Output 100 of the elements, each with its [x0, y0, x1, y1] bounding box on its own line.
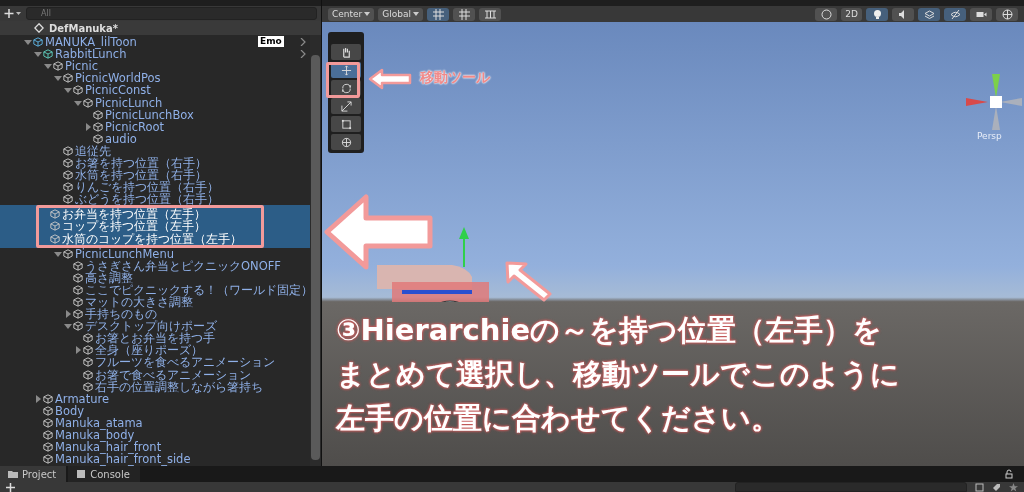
expand-arrow-icon[interactable]	[64, 322, 72, 331]
cube-icon	[93, 121, 103, 132]
layers-icon[interactable]	[918, 7, 940, 21]
panel-tab[interactable]: Project	[0, 466, 67, 482]
add-dropdown-icon[interactable]	[4, 8, 22, 19]
item-label: Manuka_atama	[55, 416, 143, 429]
item-label: ぶどうを持つ位置（右手）	[75, 193, 219, 206]
up-left-arrow-icon	[504, 260, 554, 302]
hierarchy-item[interactable]: お箸を持つ位置（右手）	[0, 156, 310, 170]
hierarchy-item[interactable]: 高さ調整	[0, 271, 310, 284]
add-dropdown-icon[interactable]	[6, 482, 15, 492]
hierarchy-item[interactable]: 右手の位置調整しながら箸持ち	[0, 380, 310, 393]
hierarchy-item[interactable]: ぶどうを持つ位置（右手）	[0, 193, 310, 206]
audio-mute-icon[interactable]	[892, 7, 914, 21]
cube-icon	[73, 85, 83, 96]
item-label: audio	[105, 132, 137, 145]
cube-icon	[43, 442, 53, 453]
grid-icon[interactable]	[453, 7, 475, 21]
transform-tool-button[interactable]	[331, 134, 361, 150]
search-field[interactable]: All	[26, 7, 317, 20]
cube-icon	[73, 284, 83, 295]
item-label: 水筒のコップを持つ位置（左手）	[62, 232, 242, 245]
star-icon[interactable]	[1009, 482, 1018, 492]
hierarchy-item[interactable]: PicnicWorldPos	[0, 72, 310, 85]
gizmos-icon[interactable]	[996, 7, 1018, 21]
cube-icon	[43, 417, 53, 428]
rect-icon	[340, 118, 352, 130]
item-label: フルーツを食べるアニメーション	[95, 356, 275, 369]
tag-icon[interactable]	[992, 482, 1001, 492]
hierarchy-item[interactable]: PicnicConst	[0, 84, 310, 97]
space-dropdown[interactable]: Global	[378, 7, 423, 21]
hierarchy-item[interactable]: RabbitLunch	[0, 48, 310, 61]
panel-tab[interactable]: Console	[68, 466, 140, 482]
hierarchy-item[interactable]: Picnic	[0, 60, 310, 73]
hierarchy-item[interactable]: フルーツを食べるアニメーション	[0, 356, 310, 369]
hand-icon	[340, 46, 352, 58]
item-label: コップを持つ位置（左手）	[62, 220, 206, 233]
cube-icon	[53, 61, 63, 72]
rect-tool-button[interactable]	[331, 116, 361, 132]
hierarchy-item[interactable]: 全身（座りポーズ）	[0, 344, 310, 357]
cube-icon	[50, 209, 60, 220]
hierarchy-item[interactable]: Manuka_hair_front	[0, 441, 310, 454]
2d-toggle[interactable]: 2D	[841, 7, 862, 21]
hierarchy-item[interactable]: audio	[0, 132, 310, 145]
item-label: PicnicWorldPos	[75, 72, 161, 85]
hierarchy-item[interactable]: Manuka_atama	[0, 416, 310, 429]
item-label: デスクトップ向けポーズ	[85, 320, 217, 333]
lock-icon[interactable]	[1004, 469, 1014, 479]
hierarchy-item[interactable]: ここでピクニックする！（ワールド固定）	[0, 283, 310, 296]
grid-snap-icon[interactable]	[427, 7, 449, 21]
collapse-arrow-icon[interactable]	[84, 122, 92, 131]
item-label: Picnic	[65, 60, 98, 73]
cube-icon	[63, 73, 73, 84]
scale-tool-button[interactable]	[331, 98, 361, 114]
camera-icon[interactable]	[970, 7, 992, 21]
hierarchy-item[interactable]: お箸とお弁当を持つ手	[0, 332, 310, 345]
item-label: PicnicLunchMenu	[75, 247, 174, 260]
item-label: PicnicRoot	[105, 120, 165, 133]
lightbulb-icon[interactable]	[866, 7, 888, 21]
increment-snap-icon[interactable]	[479, 7, 501, 21]
hierarchy-item[interactable]: Manuka_body	[0, 429, 310, 442]
hierarchy-item[interactable]: Manuka_hair_front_side	[0, 453, 310, 466]
hierarchy-item[interactable]: PicnicLunchMenu	[0, 247, 310, 260]
hierarchy-item[interactable]: うさぎさん弁当とピクニックONOFF	[0, 259, 310, 272]
cube-icon	[43, 393, 53, 404]
hierarchy-item[interactable]: PicnicLunch	[0, 96, 310, 109]
hierarchy-item[interactable]: PicnicLunchBox	[0, 108, 310, 121]
expand-arrow-icon[interactable]	[54, 249, 62, 258]
shading-mode-icon[interactable]	[815, 7, 838, 21]
highlight-frame	[326, 62, 360, 98]
cube-icon	[43, 454, 53, 465]
hierarchy-item[interactable]: 手持ちのもの	[0, 308, 310, 321]
hierarchy-item[interactable]: Body	[0, 404, 310, 417]
hierarchy-item[interactable]: りんごを持つ位置（右手）	[0, 181, 310, 194]
hierarchy-item[interactable]: デスクトップ向けポーズ	[0, 320, 310, 333]
hand-tool-button[interactable]	[331, 44, 361, 60]
collapse-arrow-icon[interactable]	[34, 394, 42, 403]
hierarchy-item[interactable]: MANUKA_lilToon Emo	[0, 36, 310, 49]
hierarchy-item[interactable]: 追従先	[0, 144, 310, 157]
search-field[interactable]	[735, 482, 967, 492]
item-label: 高さ調整	[85, 271, 133, 284]
scene-view[interactable]: Persp 移動ツール ③Hierarchieの～を持つ位置（左手）を まとめて選択し、移動ツールでこのように 左手の位置に合わせてください。	[322, 22, 1024, 466]
item-label: Manuka_hair_front	[55, 441, 162, 454]
collapse-arrow-icon[interactable]	[64, 310, 72, 319]
hierarchy-item[interactable]: お箸で食べるアニメーション	[0, 368, 310, 381]
cube-icon	[83, 357, 93, 368]
collapse-arrow-icon[interactable]	[74, 346, 82, 355]
item-label: 全身（座りポーズ）	[95, 344, 203, 357]
cube-icon	[50, 233, 60, 244]
item-label: 水筒を持つ位置（右手）	[75, 169, 207, 182]
scene-name: DefManuka*	[49, 22, 118, 34]
hidden-eye-icon[interactable]	[944, 7, 966, 21]
item-label: MANUKA_lilToon	[45, 36, 137, 49]
hierarchy-item[interactable]: PicnicRoot	[0, 120, 310, 133]
cube-icon	[63, 158, 73, 168]
item-label: 手持ちのもの	[85, 308, 157, 321]
pivot-dropdown[interactable]: Center	[328, 7, 375, 21]
prefab-cube-icon	[33, 37, 43, 48]
filter-icon[interactable]	[975, 482, 984, 492]
hierarchy-item[interactable]: 水筒を持つ位置（右手）	[0, 169, 310, 182]
